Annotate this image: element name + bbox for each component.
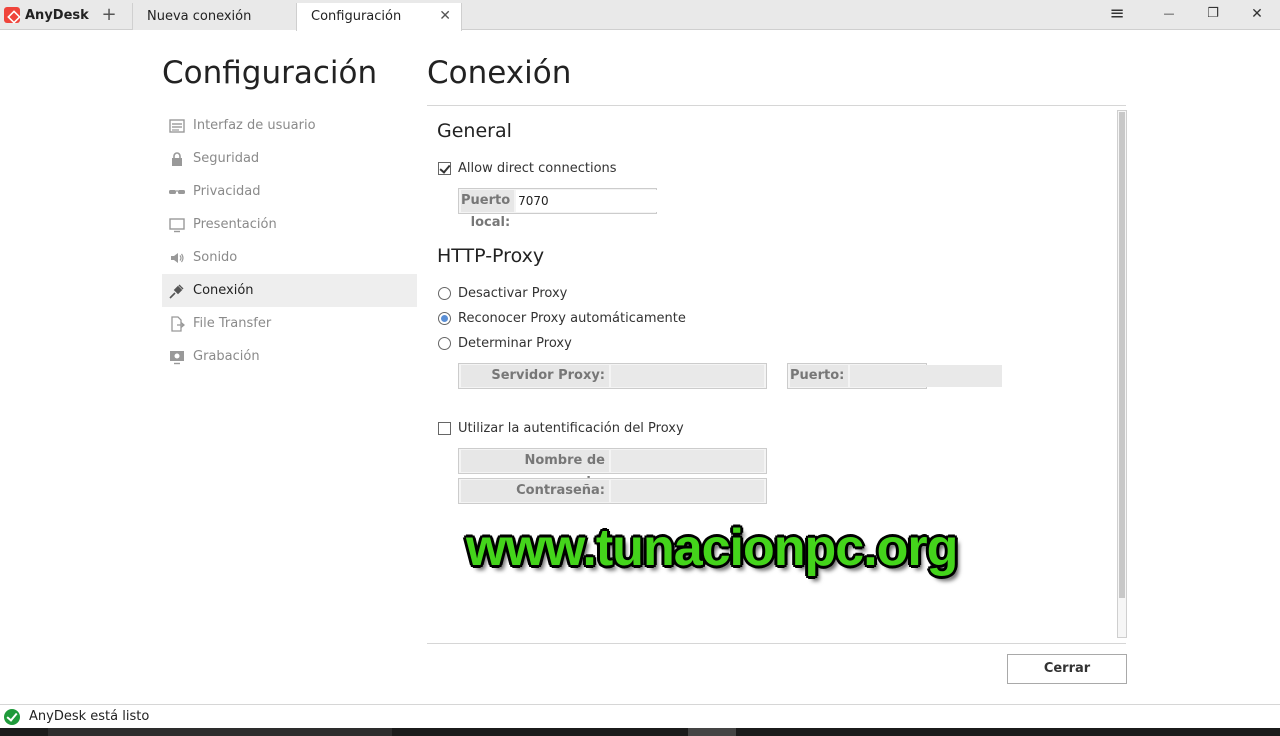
radio-reconocer-proxy[interactable]: Reconocer Proxy automáticamente: [438, 309, 686, 327]
checkbox-box[interactable]: [438, 421, 451, 435]
speaker-icon: [168, 250, 186, 266]
taskbar-app[interactable]: [688, 728, 736, 736]
proxy-username-field: Nombre de usuario:: [458, 448, 767, 490]
check-circle-icon: [4, 708, 20, 725]
tab-label: Configuración: [311, 9, 402, 24]
monitor-icon: [168, 217, 186, 233]
hamburger-menu-icon[interactable]: ≡: [1095, 0, 1139, 28]
section-general-heading: General: [437, 120, 512, 142]
recording-icon: [168, 349, 186, 365]
sidebar-item-label: Conexión: [193, 283, 254, 298]
local-port-label: Puerto local:: [461, 190, 515, 230]
sidebar-item-label: Seguridad: [193, 151, 260, 166]
radio-button[interactable]: [438, 336, 451, 350]
username-input[interactable]: [611, 450, 764, 472]
section-proxy-heading: HTTP-Proxy: [437, 245, 545, 267]
sidebar-item-label: Grabación: [193, 349, 260, 364]
proxy-server-label: Servidor Proxy:: [461, 365, 609, 387]
radio-desactivar-proxy[interactable]: Desactivar Proxy: [438, 284, 567, 302]
watermark-text: www.tunacionpc.org: [466, 519, 958, 577]
restore-icon[interactable]: ❐: [1191, 0, 1235, 28]
proxy-port-input[interactable]: [850, 365, 1003, 387]
radio-button[interactable]: [438, 311, 451, 325]
title-bar: AnyDesk + Nueva conexión Configuración ✕…: [0, 0, 1280, 31]
window-icon: [168, 118, 186, 134]
password-label: Contraseña:: [461, 480, 609, 502]
lock-icon: [168, 151, 186, 167]
sidebar-item-interfaz[interactable]: Interfaz de usuario: [162, 109, 417, 142]
checkbox-label: Allow direct connections: [458, 160, 617, 176]
minimize-icon[interactable]: —: [1147, 0, 1191, 28]
divider: [427, 643, 1126, 644]
proxy-port-label: Puerto:: [790, 365, 849, 387]
settings-sidebar: Interfaz de usuario Seguridad Privacidad…: [162, 109, 417, 373]
sidebar-item-file-transfer[interactable]: File Transfer: [162, 307, 417, 340]
sidebar-item-label: File Transfer: [193, 316, 272, 331]
sidebar-item-label: Interfaz de usuario: [193, 118, 316, 133]
proxy-password-field: Contraseña:: [458, 478, 767, 504]
anydesk-logo-icon: [4, 7, 20, 23]
sidebar-item-label: Privacidad: [193, 184, 261, 199]
scrollbar-thumb[interactable]: [1119, 112, 1125, 598]
sidebar-item-grabacion[interactable]: Grabación: [162, 340, 417, 373]
sidebar-item-presentacion[interactable]: Presentación: [162, 208, 417, 241]
radio-label: Reconocer Proxy automáticamente: [458, 310, 686, 326]
new-tab-button[interactable]: +: [100, 4, 118, 26]
plug-icon: [168, 283, 186, 299]
proxy-port-field: Puerto:: [787, 363, 1003, 389]
panel-scrollbar[interactable]: [1117, 110, 1127, 638]
checkbox-box[interactable]: [438, 161, 451, 175]
sidebar-item-sonido[interactable]: Sonido: [162, 241, 417, 274]
sidebar-item-label: Presentación: [193, 217, 277, 232]
username-label: Nombre de usuario:: [461, 450, 609, 490]
sidebar-item-label: Sonido: [193, 250, 238, 265]
sidebar-item-conexion[interactable]: Conexión: [162, 274, 417, 307]
radio-label: Desactivar Proxy: [458, 285, 568, 301]
password-input[interactable]: [611, 480, 764, 502]
tab-label: Nueva conexión: [147, 9, 252, 24]
tab-nueva-conexion[interactable]: Nueva conexión: [132, 3, 298, 30]
proxy-auth-checkbox[interactable]: Utilizar la autentificación del Proxy: [438, 419, 684, 437]
sidebar-item-privacidad[interactable]: Privacidad: [162, 175, 417, 208]
status-text: AnyDesk está listo: [29, 709, 150, 724]
window-close-icon[interactable]: ✕: [1235, 0, 1279, 28]
cerrar-button[interactable]: Cerrar: [1007, 654, 1127, 684]
close-tab-icon[interactable]: ✕: [439, 3, 451, 30]
taskbar: [0, 728, 1280, 736]
proxy-server-field: Servidor Proxy:: [458, 363, 767, 389]
local-port-field: Puerto local:: [458, 188, 669, 230]
radio-determinar-proxy[interactable]: Determinar Proxy: [438, 334, 572, 352]
local-port-input[interactable]: [516, 190, 669, 212]
glasses-icon: [168, 184, 186, 200]
checkbox-label: Utilizar la autentificación del Proxy: [458, 420, 684, 436]
allow-direct-connections-checkbox[interactable]: Allow direct connections: [438, 159, 617, 177]
settings-title: Configuración: [162, 55, 378, 91]
page-title: Conexión: [427, 55, 572, 91]
radio-button[interactable]: [438, 286, 451, 300]
divider: [427, 105, 1126, 106]
taskbar-search[interactable]: [48, 728, 392, 736]
app-brand[interactable]: AnyDesk: [4, 4, 89, 26]
file-transfer-icon: [168, 315, 186, 332]
sidebar-item-seguridad[interactable]: Seguridad: [162, 142, 417, 175]
app-name: AnyDesk: [25, 7, 89, 23]
radio-label: Determinar Proxy: [458, 335, 572, 351]
tab-configuracion[interactable]: Configuración ✕: [296, 3, 462, 31]
proxy-server-input[interactable]: [611, 365, 764, 387]
status-bar: AnyDesk está listo: [0, 704, 1280, 728]
